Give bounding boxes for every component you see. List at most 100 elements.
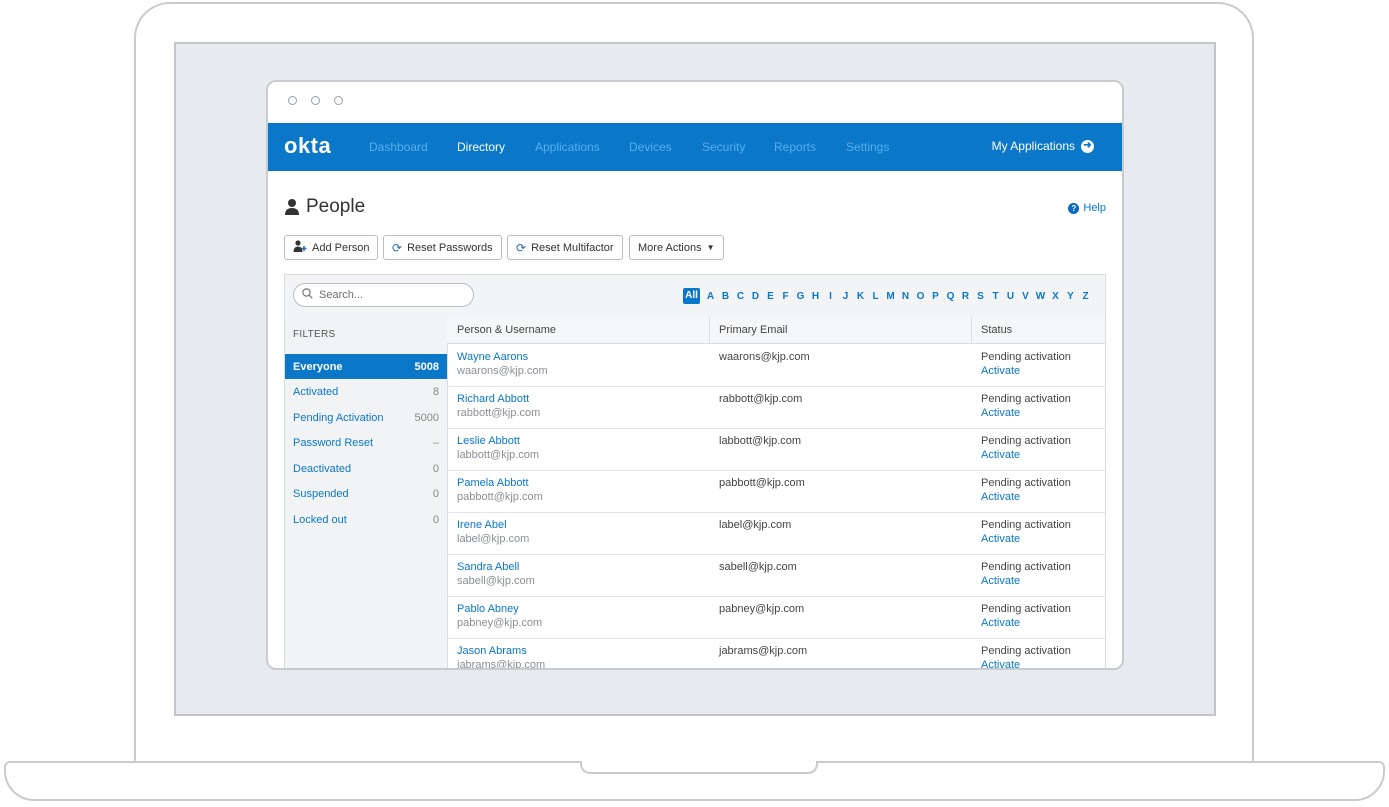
nav-reports[interactable]: Reports xyxy=(774,140,816,154)
activate-link[interactable]: Activate xyxy=(981,616,1071,630)
person-cell: Richard Abbott rabbott@kjp.com xyxy=(457,392,540,420)
alpha-letter-k[interactable]: K xyxy=(853,291,868,302)
alpha-letter-s[interactable]: S xyxy=(973,291,988,302)
more-actions-dropdown[interactable]: More Actions ▼ xyxy=(629,235,724,260)
nav-applications[interactable]: Applications xyxy=(535,140,600,154)
filter-deactivated[interactable]: Deactivated 0 xyxy=(285,456,447,481)
table-row: Leslie Abbott labbott@kjp.com labbott@kjp.… xyxy=(447,428,1105,471)
alpha-letter-n[interactable]: N xyxy=(898,291,913,302)
column-status[interactable]: Status xyxy=(981,324,1012,336)
top-navbar: okta Dashboard Directory Applications De… xyxy=(268,123,1122,171)
nav-directory[interactable]: Directory xyxy=(457,140,505,154)
nav-settings[interactable]: Settings xyxy=(846,140,889,154)
okta-logo[interactable]: okta xyxy=(284,133,331,159)
column-divider xyxy=(971,317,972,343)
filters-sidebar: FILTERS Everyone 5008 Activated 8 Pendin… xyxy=(285,317,448,668)
filter-pending-activation[interactable]: Pending Activation 5000 xyxy=(285,405,447,430)
filter-label: Pending Activation xyxy=(293,411,384,424)
person-name-link[interactable]: Jason Abrams xyxy=(457,644,545,658)
filter-locked-out[interactable]: Locked out 0 xyxy=(285,507,447,532)
person-name-link[interactable]: Irene Abel xyxy=(457,518,529,532)
alpha-letter-h[interactable]: H xyxy=(808,291,823,302)
activate-link[interactable]: Activate xyxy=(981,406,1071,420)
filter-label: Everyone xyxy=(293,360,343,373)
alpha-letter-d[interactable]: D xyxy=(748,291,763,302)
activate-link[interactable]: Activate xyxy=(981,574,1071,588)
alpha-letter-p[interactable]: P xyxy=(928,291,943,302)
status-cell: Pending activation Activate xyxy=(981,518,1071,546)
alpha-letter-l[interactable]: L xyxy=(868,291,883,302)
status-text: Pending activation xyxy=(981,393,1071,405)
alpha-letter-r[interactable]: R xyxy=(958,291,973,302)
alpha-letter-m[interactable]: M xyxy=(883,291,898,302)
alpha-letter-q[interactable]: Q xyxy=(943,291,958,302)
person-name-link[interactable]: Sandra Abell xyxy=(457,560,535,574)
alpha-letter-f[interactable]: F xyxy=(778,291,793,302)
table-row: Pablo Abney pabney@kjp.com pabney@kjp.com P… xyxy=(447,596,1105,639)
activate-link[interactable]: Activate xyxy=(981,448,1071,462)
add-person-button[interactable]: Add Person xyxy=(284,235,379,260)
filter-count: 0 xyxy=(432,513,439,526)
nav-devices[interactable]: Devices xyxy=(629,140,672,154)
activate-link[interactable]: Activate xyxy=(981,532,1071,546)
alpha-letter-j[interactable]: J xyxy=(838,291,853,302)
nav-dashboard[interactable]: Dashboard xyxy=(369,140,428,154)
status-text: Pending activation xyxy=(981,561,1071,573)
nav-security[interactable]: Security xyxy=(702,140,745,154)
help-link[interactable]: ? Help xyxy=(1068,202,1106,214)
alpha-letter-e[interactable]: E xyxy=(763,291,778,302)
activate-link[interactable]: Activate xyxy=(981,658,1071,668)
people-panel: All ABCDEFGHIJKLMNOPQRSTUVWXYZ FILTERS E… xyxy=(284,274,1106,668)
alpha-letter-i[interactable]: I xyxy=(823,291,838,302)
alpha-letter-v[interactable]: V xyxy=(1018,291,1033,302)
search-input[interactable] xyxy=(317,288,461,302)
search-icon xyxy=(302,286,313,304)
alpha-letter-y[interactable]: Y xyxy=(1063,291,1078,302)
person-cell: Leslie Abbott labbott@kjp.com xyxy=(457,434,539,462)
reset-passwords-button[interactable]: ⟳ Reset Passwords xyxy=(383,235,502,260)
status-text: Pending activation xyxy=(981,435,1071,447)
filter-suspended[interactable]: Suspended 0 xyxy=(285,481,447,506)
primary-email: label@kjp.com xyxy=(719,519,792,531)
alpha-letter-g[interactable]: G xyxy=(793,291,808,302)
alpha-letter-o[interactable]: O xyxy=(913,291,928,302)
status-text: Pending activation xyxy=(981,645,1071,657)
column-primary-email[interactable]: Primary Email xyxy=(719,324,787,336)
activate-link[interactable]: Activate xyxy=(981,490,1071,504)
alpha-letter-w[interactable]: W xyxy=(1033,291,1048,302)
alpha-letter-u[interactable]: U xyxy=(1003,291,1018,302)
activate-link[interactable]: Activate xyxy=(981,364,1071,378)
window-maximize-dot[interactable] xyxy=(334,96,343,105)
primary-email: pabney@kjp.com xyxy=(719,603,805,615)
person-name-link[interactable]: Pamela Abbott xyxy=(457,476,543,490)
table-row: Sandra Abell sabell@kjp.com sabell@kjp.com… xyxy=(447,554,1105,597)
alpha-letter-z[interactable]: Z xyxy=(1078,291,1093,302)
alpha-letter-c[interactable]: C xyxy=(733,291,748,302)
refresh-icon: ⟳ xyxy=(516,240,527,255)
person-name-link[interactable]: Leslie Abbott xyxy=(457,434,539,448)
person-cell: Pablo Abney pabney@kjp.com xyxy=(457,602,542,630)
column-person-username[interactable]: Person & Username xyxy=(457,324,556,336)
alpha-letter-x[interactable]: X xyxy=(1048,291,1063,302)
my-applications-link[interactable]: My Applications ➜ xyxy=(992,139,1094,153)
refresh-icon: ⟳ xyxy=(392,240,403,255)
alpha-letter-a[interactable]: A xyxy=(703,291,718,302)
alpha-letter-b[interactable]: B xyxy=(718,291,733,302)
status-cell: Pending activation Activate xyxy=(981,476,1071,504)
column-divider xyxy=(709,317,710,343)
alpha-all[interactable]: All xyxy=(683,288,700,304)
window-close-dot[interactable] xyxy=(288,96,297,105)
reset-multifactor-button[interactable]: ⟳ Reset Multifactor xyxy=(507,235,623,260)
person-name-link[interactable]: Richard Abbott xyxy=(457,392,540,406)
filter-activated[interactable]: Activated 8 xyxy=(285,379,447,404)
reset-multifactor-label: Reset Multifactor xyxy=(531,241,614,254)
person-name-link[interactable]: Pablo Abney xyxy=(457,602,542,616)
filter-password-reset[interactable]: Password Reset – xyxy=(285,430,447,455)
more-actions-label: More Actions xyxy=(638,241,702,254)
alpha-letter-t[interactable]: T xyxy=(988,291,1003,302)
person-name-link[interactable]: Wayne Aarons xyxy=(457,350,548,364)
primary-email: waarons@kjp.com xyxy=(719,351,810,363)
person-icon xyxy=(284,198,300,216)
window-minimize-dot[interactable] xyxy=(311,96,320,105)
filter-everyone[interactable]: Everyone 5008 xyxy=(285,354,447,379)
